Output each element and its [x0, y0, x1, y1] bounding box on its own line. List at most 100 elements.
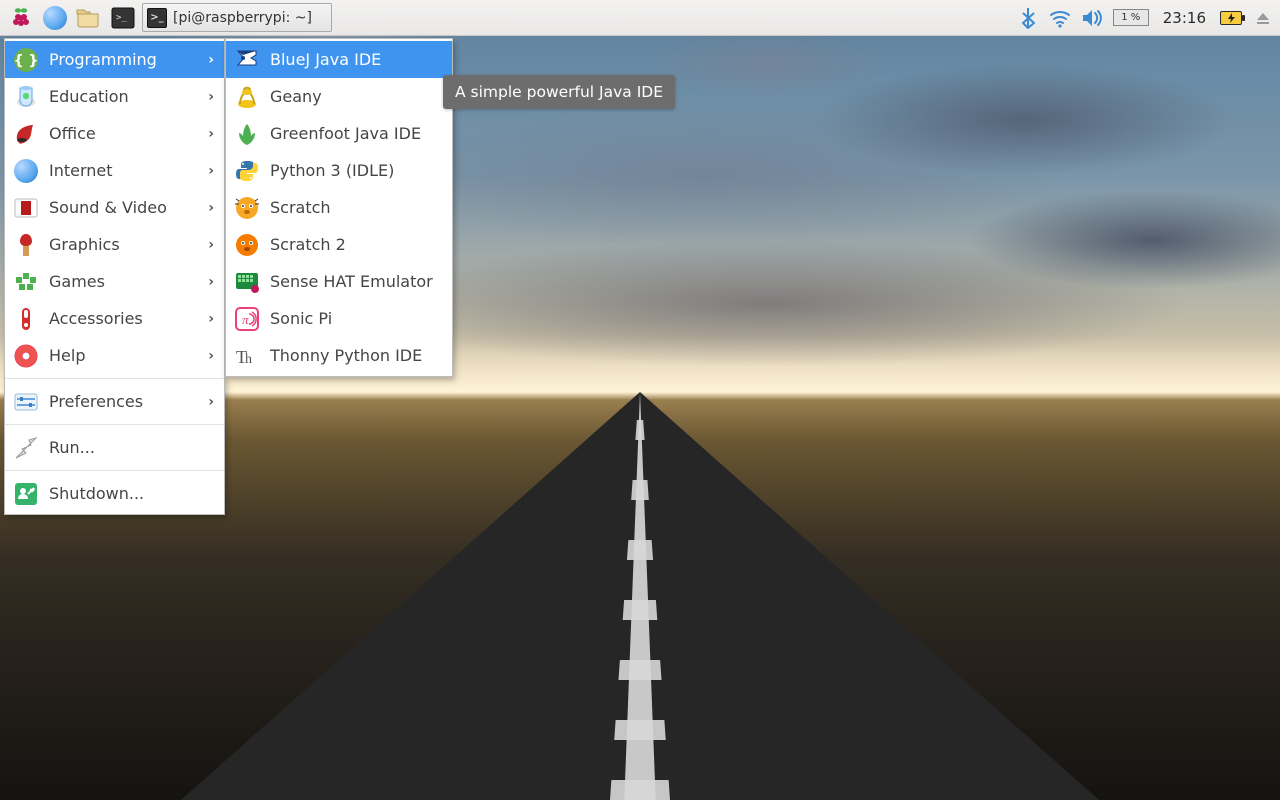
- submenu-item-label: Scratch 2: [270, 235, 346, 254]
- folder-icon: [76, 7, 102, 29]
- programming-submenu: BlueJ Java IDE Geany Greenfoot Java IDE …: [225, 38, 453, 377]
- terminal-icon: >_: [111, 7, 135, 29]
- start-menu: { } Programming › Education › Office › I…: [4, 38, 225, 515]
- terminal-launcher[interactable]: >_: [108, 3, 138, 33]
- menu-item-label: Preferences: [49, 392, 143, 411]
- menu-separator: [5, 470, 224, 471]
- thonny-icon: Th: [234, 343, 260, 369]
- menu-item-label: Shutdown...: [49, 484, 144, 503]
- start-menu-button[interactable]: [6, 3, 36, 33]
- volume-button[interactable]: [1081, 7, 1103, 29]
- menu-item-programming[interactable]: { } Programming ›: [5, 41, 224, 78]
- submenu-item-python3[interactable]: Python 3 (IDLE): [226, 152, 452, 189]
- svg-text:>_: >_: [116, 13, 127, 23]
- chevron-right-icon: ›: [208, 126, 214, 142]
- submenu-item-bluej[interactable]: BlueJ Java IDE: [226, 41, 452, 78]
- svg-text:{ }: { }: [14, 53, 39, 69]
- menu-item-label: Education: [49, 87, 129, 106]
- menu-separator: [5, 424, 224, 425]
- menu-item-label: Sound & Video: [49, 198, 167, 217]
- submenu-item-label: Sonic Pi: [270, 309, 332, 328]
- graphics-icon: [13, 232, 39, 258]
- battery-button[interactable]: [1220, 7, 1242, 29]
- menu-item-graphics[interactable]: Graphics ›: [5, 226, 224, 263]
- python-icon: [234, 158, 260, 184]
- submenu-item-geany[interactable]: Geany: [226, 78, 452, 115]
- wifi-icon: [1049, 8, 1071, 28]
- menu-item-run[interactable]: Run...: [5, 429, 224, 466]
- scratch2-icon: [234, 232, 260, 258]
- tooltip: A simple powerful Java IDE: [443, 75, 675, 109]
- raspberry-icon: [9, 6, 33, 30]
- sound-video-icon: [13, 195, 39, 221]
- run-icon: [13, 435, 39, 461]
- terminal-icon: >_: [147, 8, 167, 28]
- menu-item-internet[interactable]: Internet ›: [5, 152, 224, 189]
- shutdown-icon: [13, 481, 39, 507]
- submenu-item-thonny[interactable]: Th Thonny Python IDE: [226, 337, 452, 374]
- chevron-right-icon: ›: [208, 163, 214, 179]
- menu-item-label: Graphics: [49, 235, 120, 254]
- sensehat-icon: [234, 269, 260, 295]
- menu-separator: [5, 378, 224, 379]
- chevron-right-icon: ›: [208, 311, 214, 327]
- bluej-icon: [234, 47, 260, 73]
- internet-icon: [13, 158, 39, 184]
- submenu-item-scratch[interactable]: Scratch: [226, 189, 452, 226]
- menu-item-label: Run...: [49, 438, 95, 457]
- menu-item-shutdown[interactable]: Shutdown...: [5, 475, 224, 512]
- submenu-item-label: Sense HAT Emulator: [270, 272, 433, 291]
- submenu-item-label: Thonny Python IDE: [270, 346, 422, 365]
- scratch-icon: [234, 195, 260, 221]
- file-manager-launcher[interactable]: [74, 3, 104, 33]
- submenu-item-sensehat[interactable]: Sense HAT Emulator: [226, 263, 452, 300]
- wifi-button[interactable]: [1049, 7, 1071, 29]
- chevron-right-icon: ›: [208, 89, 214, 105]
- office-icon: [13, 121, 39, 147]
- menu-item-accessories[interactable]: Accessories ›: [5, 300, 224, 337]
- chevron-right-icon: ›: [208, 394, 214, 410]
- svg-text:π: π: [242, 312, 249, 327]
- eject-button[interactable]: [1252, 7, 1274, 29]
- menu-item-help[interactable]: Help ›: [5, 337, 224, 374]
- menu-item-games[interactable]: Games ›: [5, 263, 224, 300]
- menu-item-sound-video[interactable]: Sound & Video ›: [5, 189, 224, 226]
- menu-item-label: Internet: [49, 161, 113, 180]
- submenu-item-label: Python 3 (IDLE): [270, 161, 394, 180]
- system-tray: 1 % 23:16: [1017, 7, 1274, 29]
- programming-icon: { }: [13, 47, 39, 73]
- help-icon: [13, 343, 39, 369]
- bluetooth-icon: [1019, 7, 1037, 29]
- menu-item-label: Office: [49, 124, 96, 143]
- chevron-right-icon: ›: [208, 348, 214, 364]
- speaker-icon: [1081, 8, 1103, 28]
- taskbar: >_ >_ [pi@raspberrypi: ~] 1 % 23:16: [0, 0, 1280, 36]
- submenu-item-label: Geany: [270, 87, 322, 106]
- eject-icon: [1255, 10, 1271, 26]
- greenfoot-icon: [234, 121, 260, 147]
- submenu-item-scratch2[interactable]: Scratch 2: [226, 226, 452, 263]
- svg-text:h: h: [245, 352, 252, 367]
- accessories-icon: [13, 306, 39, 332]
- menu-item-office[interactable]: Office ›: [5, 115, 224, 152]
- submenu-item-label: BlueJ Java IDE: [270, 50, 381, 69]
- taskbar-window-title: [pi@raspberrypi: ~]: [173, 10, 312, 26]
- submenu-item-sonicpi[interactable]: π Sonic Pi: [226, 300, 452, 337]
- education-icon: [13, 84, 39, 110]
- chevron-right-icon: ›: [208, 237, 214, 253]
- preferences-icon: [13, 389, 39, 415]
- bluetooth-button[interactable]: [1017, 7, 1039, 29]
- sonicpi-icon: π: [234, 306, 260, 332]
- menu-item-preferences[interactable]: Preferences ›: [5, 383, 224, 420]
- submenu-item-label: Scratch: [270, 198, 331, 217]
- chevron-right-icon: ›: [208, 52, 214, 68]
- browser-launcher[interactable]: [40, 3, 70, 33]
- submenu-item-greenfoot[interactable]: Greenfoot Java IDE: [226, 115, 452, 152]
- menu-item-education[interactable]: Education ›: [5, 78, 224, 115]
- taskbar-window-button[interactable]: >_ [pi@raspberrypi: ~]: [142, 3, 332, 32]
- games-icon: [13, 269, 39, 295]
- geany-icon: [234, 84, 260, 110]
- chevron-right-icon: ›: [208, 200, 214, 216]
- clock[interactable]: 23:16: [1163, 9, 1206, 27]
- cpu-load-indicator[interactable]: 1 %: [1113, 9, 1149, 26]
